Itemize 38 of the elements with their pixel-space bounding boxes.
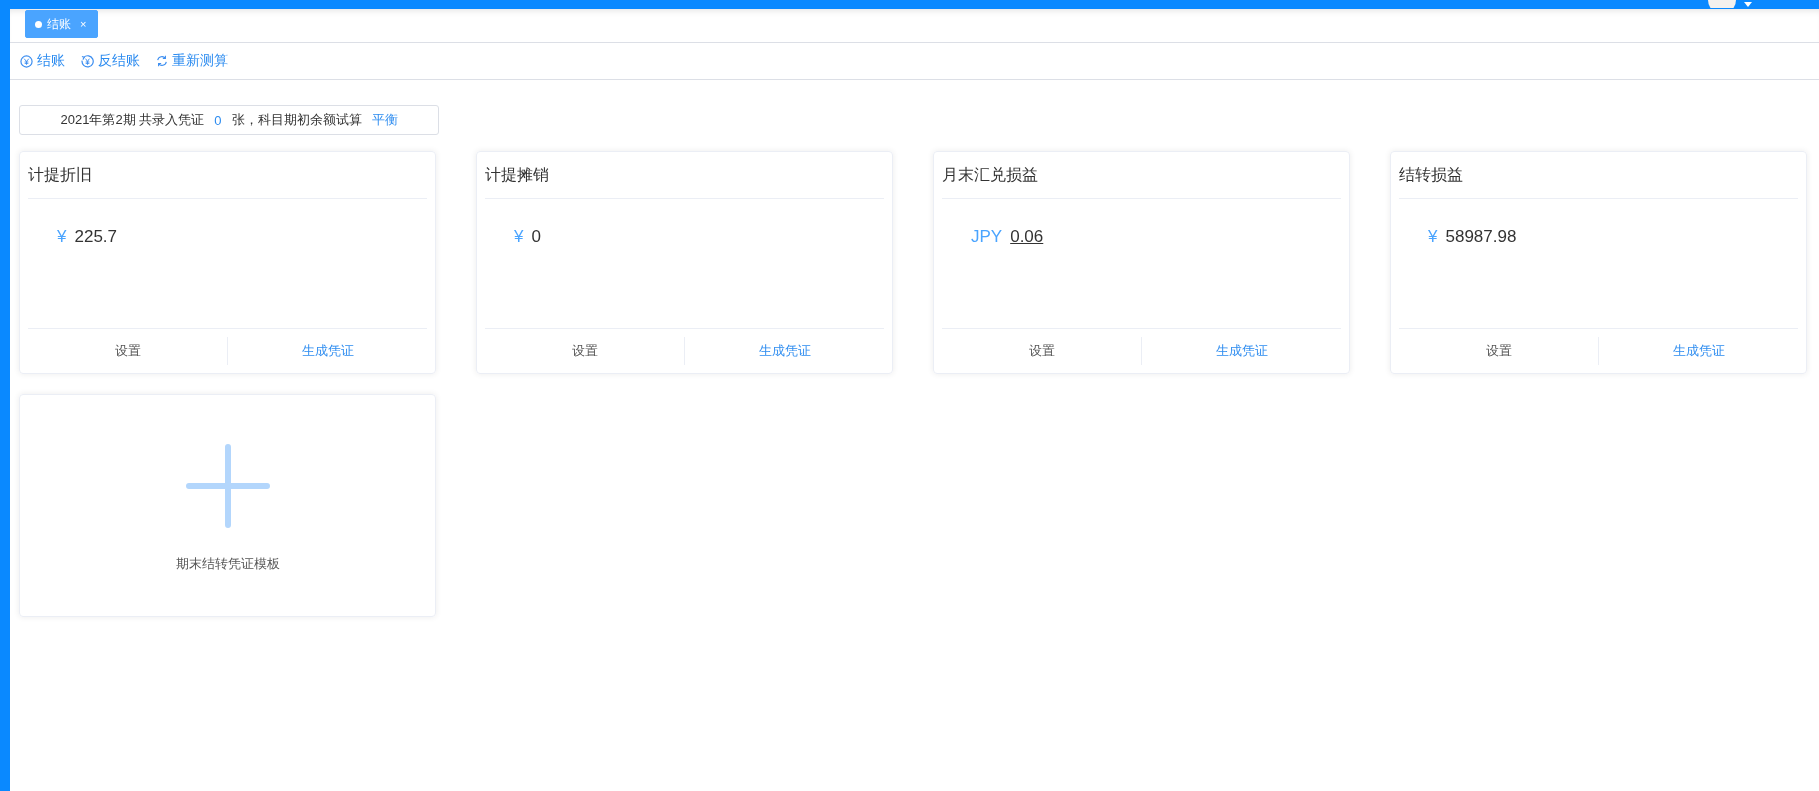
settings-link[interactable]: 设置 xyxy=(1399,337,1598,365)
yen-circle-icon xyxy=(20,54,33,68)
balance-status: 平衡 xyxy=(371,111,398,129)
refresh-icon xyxy=(156,55,168,67)
voucher-count: 0 xyxy=(214,112,222,128)
toolbar-button[interactable]: 结账 xyxy=(18,52,67,70)
avatar-icon[interactable] xyxy=(1708,0,1736,8)
currency-label: ¥ xyxy=(1428,227,1438,247)
currency-label: ¥ xyxy=(514,227,524,247)
summary-text: 张，科目期初余额试算 xyxy=(231,111,362,129)
generate-voucher-link[interactable]: 生成凭证 xyxy=(1141,337,1341,365)
toolbar-button[interactable]: 重新测算 xyxy=(154,52,230,70)
generate-voucher-link[interactable]: 生成凭证 xyxy=(227,337,427,365)
template-label: 期末结转凭证模板 xyxy=(175,555,280,573)
plus-icon xyxy=(185,444,270,528)
settings-link[interactable]: 设置 xyxy=(28,337,227,365)
amount-value: 0 xyxy=(531,227,541,247)
toolbar-button[interactable]: 反结账 xyxy=(79,52,142,70)
dot-icon xyxy=(35,20,42,28)
generate-voucher-link[interactable]: 生成凭证 xyxy=(1598,337,1798,365)
currency-label: JPY xyxy=(971,227,1003,247)
tab[interactable]: 结账 × xyxy=(25,10,99,38)
generate-voucher-link[interactable]: 生成凭证 xyxy=(684,337,884,365)
close-icon[interactable]: × xyxy=(80,18,87,30)
amount-value[interactable]: 0.06 xyxy=(1010,227,1044,247)
settings-link[interactable]: 设置 xyxy=(485,337,684,365)
caret-icon[interactable] xyxy=(1744,2,1752,7)
summary-text: 2021年第2期 共录入凭证 xyxy=(60,111,205,129)
yen-arrow-icon xyxy=(81,54,94,68)
settings-link[interactable]: 设置 xyxy=(942,337,1141,365)
card-title: 月末汇兑损益 xyxy=(942,152,1341,199)
amount-value: 225.7 xyxy=(74,227,117,247)
card-title: 计提折旧 xyxy=(28,152,427,199)
card-title: 计提摊销 xyxy=(485,152,884,199)
card-title: 结转损益 xyxy=(1399,152,1798,199)
template-card[interactable]: 期末结转凭证模板 xyxy=(19,394,436,617)
amount-value: 58987.98 xyxy=(1445,227,1517,247)
currency-label: ¥ xyxy=(57,227,67,247)
